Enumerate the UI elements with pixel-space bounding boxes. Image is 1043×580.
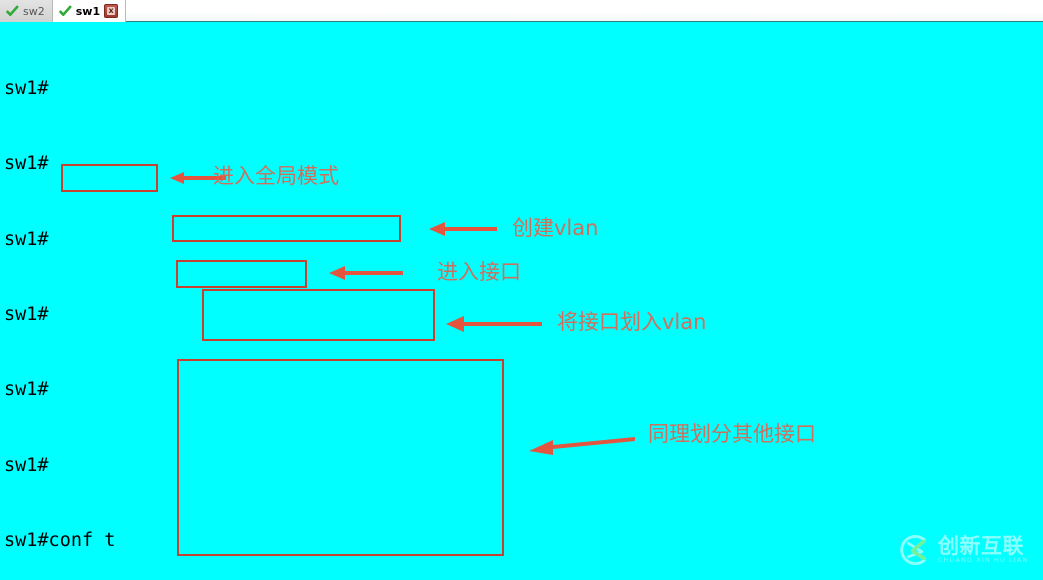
tab-bar-empty-area (126, 0, 1043, 21)
terminal-line: sw1# (4, 228, 49, 250)
tab-label: sw1 (75, 4, 101, 18)
close-x-glyph: x (108, 6, 114, 15)
terminal-line: sw1# (4, 153, 49, 175)
tab-sw1[interactable]: sw1 x (52, 0, 127, 22)
terminal-line: sw1# (4, 78, 49, 100)
terminal-line: sw1# (4, 379, 49, 401)
terminal-line: sw1# (4, 304, 49, 326)
green-check-icon (6, 5, 19, 18)
terminal-window: sw2 sw1 x sw1# sw1# sw1# sw1# sw1# sw1# … (0, 0, 1043, 580)
terminal-output-area[interactable]: sw1# sw1# sw1# sw1# sw1# sw1# sw1#conf t… (0, 22, 1043, 580)
terminal-lines: sw1# sw1# sw1# sw1# sw1# sw1# sw1#conf t… (4, 26, 683, 580)
close-x-icon[interactable]: x (104, 4, 119, 18)
tab-sw2[interactable]: sw2 (0, 0, 53, 22)
tab-label: sw2 (23, 4, 45, 18)
tab-bar: sw2 sw1 x (0, 0, 1043, 22)
terminal-line: sw1# (4, 454, 49, 476)
terminal-line: sw1#conf t (4, 529, 116, 551)
green-check-icon (58, 5, 72, 18)
